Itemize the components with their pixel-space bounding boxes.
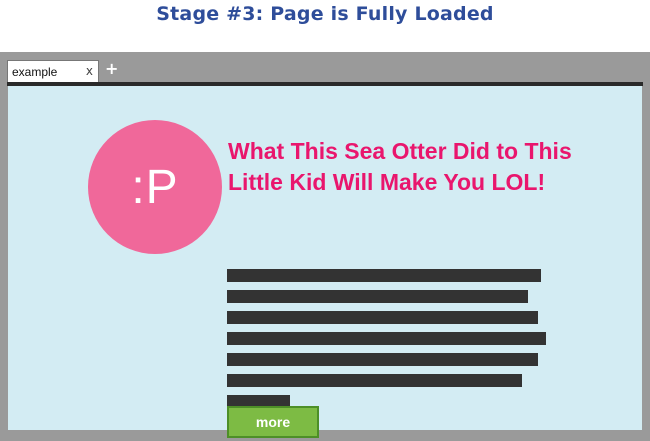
- tab-strip: example x +: [0, 52, 650, 83]
- new-tab-plus-icon[interactable]: +: [105, 60, 118, 78]
- page-viewport: :P What This Sea Otter Did to This Littl…: [8, 86, 642, 438]
- more-button[interactable]: more: [227, 406, 319, 438]
- text-line-placeholder: [227, 374, 522, 387]
- tab-label: example: [12, 65, 58, 79]
- browser-window: example x + :P What This Sea Otter Did t…: [0, 52, 650, 441]
- avatar-emoticon: :P: [131, 160, 179, 214]
- text-line-placeholder: [227, 332, 546, 345]
- close-icon[interactable]: x: [86, 64, 93, 78]
- avatar: :P: [88, 120, 222, 254]
- article-headline: What This Sea Otter Did to This Little K…: [228, 138, 572, 195]
- text-line-placeholder: [227, 311, 538, 324]
- text-line-placeholder: [227, 290, 528, 303]
- text-line-placeholder: [227, 269, 541, 282]
- browser-tab[interactable]: example x: [7, 60, 99, 83]
- stage-title: Stage #3: Page is Fully Loaded: [156, 3, 494, 25]
- text-line-placeholder: [227, 353, 538, 366]
